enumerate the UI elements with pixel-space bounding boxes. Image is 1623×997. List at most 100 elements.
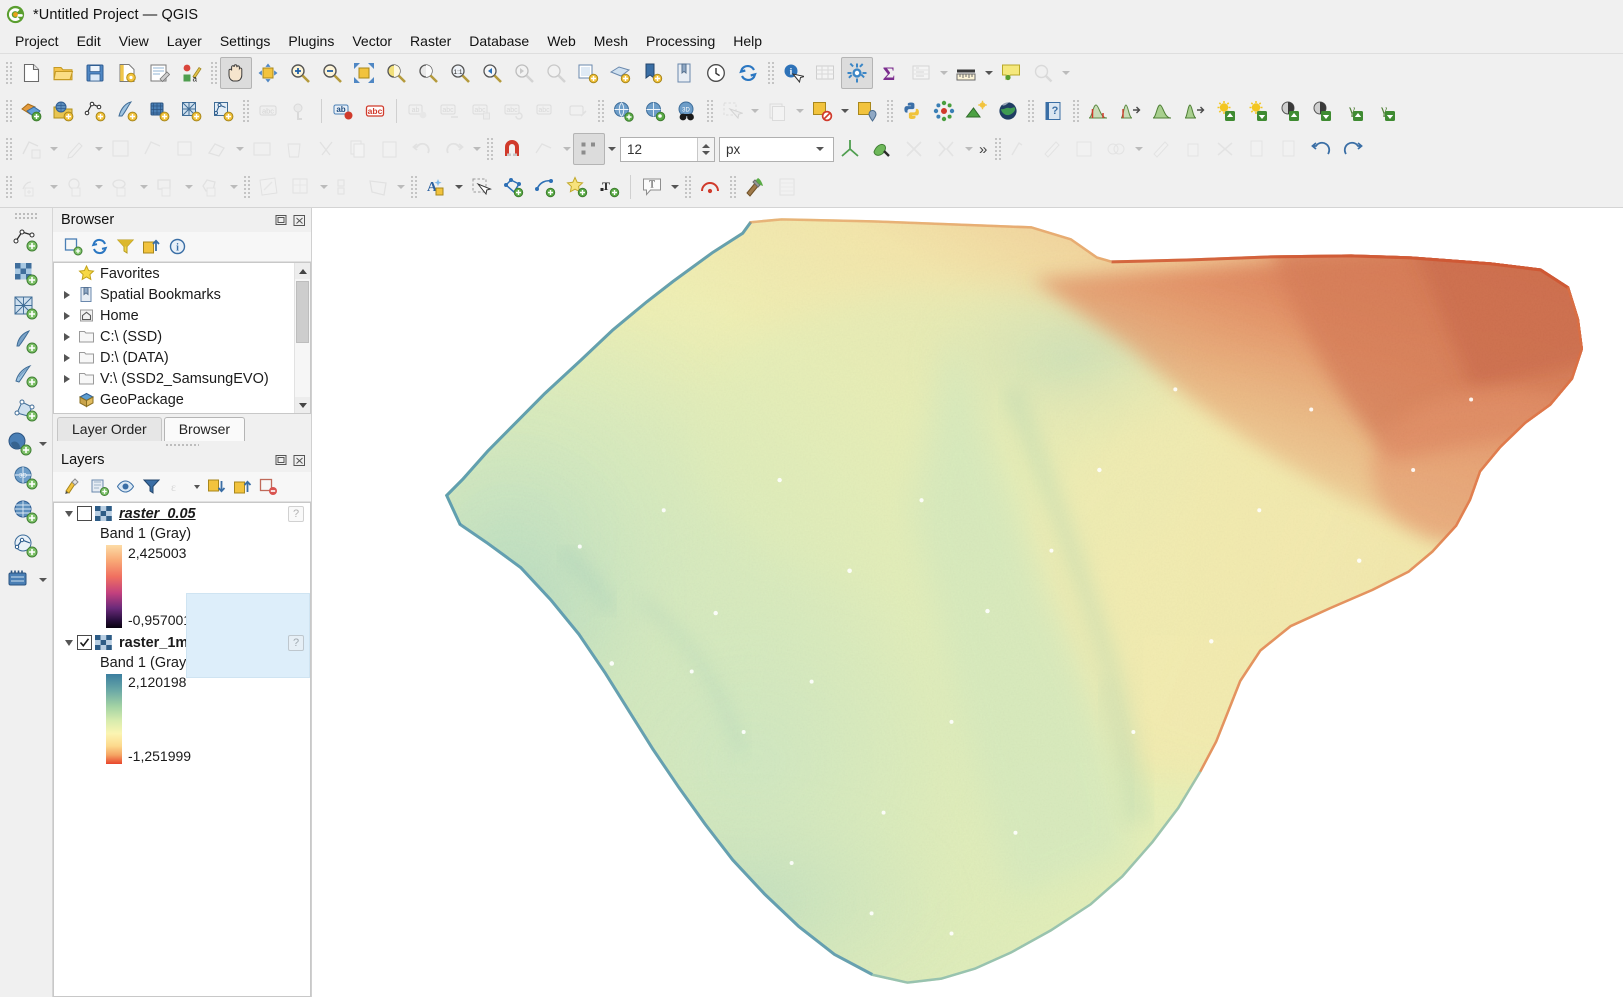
change-label-icon[interactable]: abc: [466, 95, 498, 127]
add-postgis-layer-icon[interactable]: [143, 95, 175, 127]
browser-tree[interactable]: Favorites Spatial Bookmarks Home: [53, 262, 311, 414]
refresh-icon[interactable]: [732, 57, 764, 89]
collapse-all-icon[interactable]: [230, 475, 254, 499]
manage-visibility-icon[interactable]: [113, 475, 137, 499]
toolbar-handle[interactable]: [485, 136, 494, 162]
toolbar-handle[interactable]: [683, 174, 692, 200]
deselect-dropdown-arrow-icon[interactable]: [1059, 57, 1072, 89]
add-raster-layer-icon[interactable]: [9, 257, 43, 291]
current-edits-icon[interactable]: [15, 133, 47, 165]
filter-legend-icon[interactable]: [139, 475, 163, 499]
toolbar-handle[interactable]: [993, 136, 1002, 162]
measure-icon[interactable]: [950, 57, 982, 89]
undo-icon[interactable]: [406, 133, 438, 165]
browser-item-d-drive[interactable]: D:\ (DATA): [54, 347, 310, 368]
layer-row-raster-005[interactable]: raster_0.05 ?: [54, 503, 310, 524]
new-3d-map-view-icon[interactable]: [604, 57, 636, 89]
add-wfs-layer-icon[interactable]: [9, 529, 43, 563]
label-props-icon[interactable]: abc: [498, 95, 530, 127]
add-layer-icon[interactable]: [61, 235, 85, 259]
brightness-down-icon[interactable]: [1242, 95, 1274, 127]
browser-item-favorites[interactable]: Favorites: [54, 263, 310, 284]
zoom-refresh-icon[interactable]: [540, 57, 572, 89]
chevron-down-icon[interactable]: [807, 147, 833, 151]
scroll-down-icon[interactable]: [295, 397, 310, 413]
label-extra-icon[interactable]: abc: [530, 95, 562, 127]
split-features-icon[interactable]: [1068, 133, 1100, 165]
float-panel-icon[interactable]: [274, 213, 289, 228]
plugins-manager-icon[interactable]: [739, 171, 771, 203]
add-arcgis-layer-icon[interactable]: [3, 563, 37, 597]
transform-arrow-icon[interactable]: [394, 171, 407, 203]
style-manager-icon[interactable]: a: [175, 57, 207, 89]
identify-features-icon[interactable]: i: [777, 57, 809, 89]
save-layer-edits-icon[interactable]: [105, 133, 137, 165]
layers-tree[interactable]: raster_0.05 ? Band 1 (Gray) 2,425003 -0,…: [53, 502, 311, 997]
toolbar-handle[interactable]: [4, 136, 13, 162]
bookmark-add-icon[interactable]: [636, 57, 668, 89]
select-features-dropdown-arrow-icon[interactable]: [748, 95, 761, 127]
wms-search-icon[interactable]: [639, 95, 671, 127]
select-value-icon[interactable]: [761, 95, 793, 127]
add-polygon-dropdown-arrow-icon[interactable]: [227, 171, 240, 203]
cut-features-icon[interactable]: [310, 133, 342, 165]
pan-to-selection-icon[interactable]: [252, 57, 284, 89]
layer-visibility-checkbox[interactable]: [77, 635, 92, 650]
menu-plugins[interactable]: Plugins: [279, 31, 343, 51]
add-vector-layer-icon[interactable]: [9, 223, 43, 257]
add-ellipse-dropdown-arrow-icon[interactable]: [137, 171, 150, 203]
browser-item-c-drive[interactable]: C:\ (SSD): [54, 326, 310, 347]
tab-browser[interactable]: Browser: [164, 417, 245, 441]
refresh-icon[interactable]: [87, 235, 111, 259]
toggle-editing-dropdown-arrow-icon[interactable]: [92, 133, 105, 165]
menu-web[interactable]: Web: [538, 31, 585, 51]
select-features-icon[interactable]: [716, 95, 748, 127]
histogram-min-icon[interactable]: [1082, 95, 1114, 127]
add-point-feature-icon[interactable]: [15, 171, 47, 203]
layer-name[interactable]: raster_0.05: [114, 506, 196, 522]
toggle-editing-icon[interactable]: [60, 133, 92, 165]
add-line-annotation-icon[interactable]: [529, 171, 561, 203]
gamma-down-icon[interactable]: γ: [1370, 95, 1402, 127]
processing-toolbox-icon[interactable]: [928, 95, 960, 127]
copy-style-icon[interactable]: [1241, 133, 1273, 165]
snap-endpoints-icon[interactable]: [930, 133, 962, 165]
new-print-layout-icon[interactable]: [143, 57, 175, 89]
zoom-to-layer-icon[interactable]: [412, 57, 444, 89]
topological-editing-icon[interactable]: [834, 133, 866, 165]
add-mesh-layer-icon[interactable]: [79, 95, 111, 127]
record-gps-icon[interactable]: [694, 171, 726, 203]
expand-all-icon[interactable]: [204, 475, 228, 499]
vertex-tool-icon[interactable]: [201, 133, 233, 165]
add-rectangle-dropdown-arrow-icon[interactable]: [182, 171, 195, 203]
georef-settings-arrow-icon[interactable]: [317, 171, 330, 203]
save-project-icon[interactable]: [79, 57, 111, 89]
toolbar-handle[interactable]: [596, 98, 605, 124]
snap-endpoints-arrow-icon[interactable]: [962, 133, 975, 165]
terrain-profile-icon[interactable]: [960, 95, 992, 127]
collapse-all-icon[interactable]: [139, 235, 163, 259]
float-panel-icon[interactable]: [274, 453, 289, 468]
rotate-label-icon[interactable]: abc: [434, 95, 466, 127]
contrast-down-icon[interactable]: [1306, 95, 1338, 127]
measure-dropdown-arrow-icon[interactable]: [982, 57, 995, 89]
expand-arrow-icon[interactable]: [58, 333, 75, 341]
toolbar-handle[interactable]: [409, 174, 418, 200]
toolbar-handle[interactable]: [4, 98, 13, 124]
collapse-arrow-icon[interactable]: [60, 640, 77, 646]
add-wms-layer-icon[interactable]: 3D: [9, 461, 43, 495]
attribute-table-icon[interactable]: [809, 57, 841, 89]
add-wcs-layer-icon[interactable]: [9, 495, 43, 529]
add-ellipse-feature-icon[interactable]: [105, 171, 137, 203]
browser-scrollbar[interactable]: [294, 263, 310, 413]
text-annotation-arrow-icon[interactable]: [452, 171, 465, 203]
move-label-icon[interactable]: ab: [402, 95, 434, 127]
layer-help-badge[interactable]: ?: [288, 506, 304, 522]
show-bookmarks-icon[interactable]: [668, 57, 700, 89]
filter-browser-icon[interactable]: [113, 235, 137, 259]
georef-settings-icon[interactable]: [285, 171, 317, 203]
panel-splitter[interactable]: [53, 441, 311, 448]
paste-features-icon[interactable]: [374, 133, 406, 165]
add-vector-layer-icon[interactable]: [15, 95, 47, 127]
georeferencer-icon[interactable]: [253, 171, 285, 203]
